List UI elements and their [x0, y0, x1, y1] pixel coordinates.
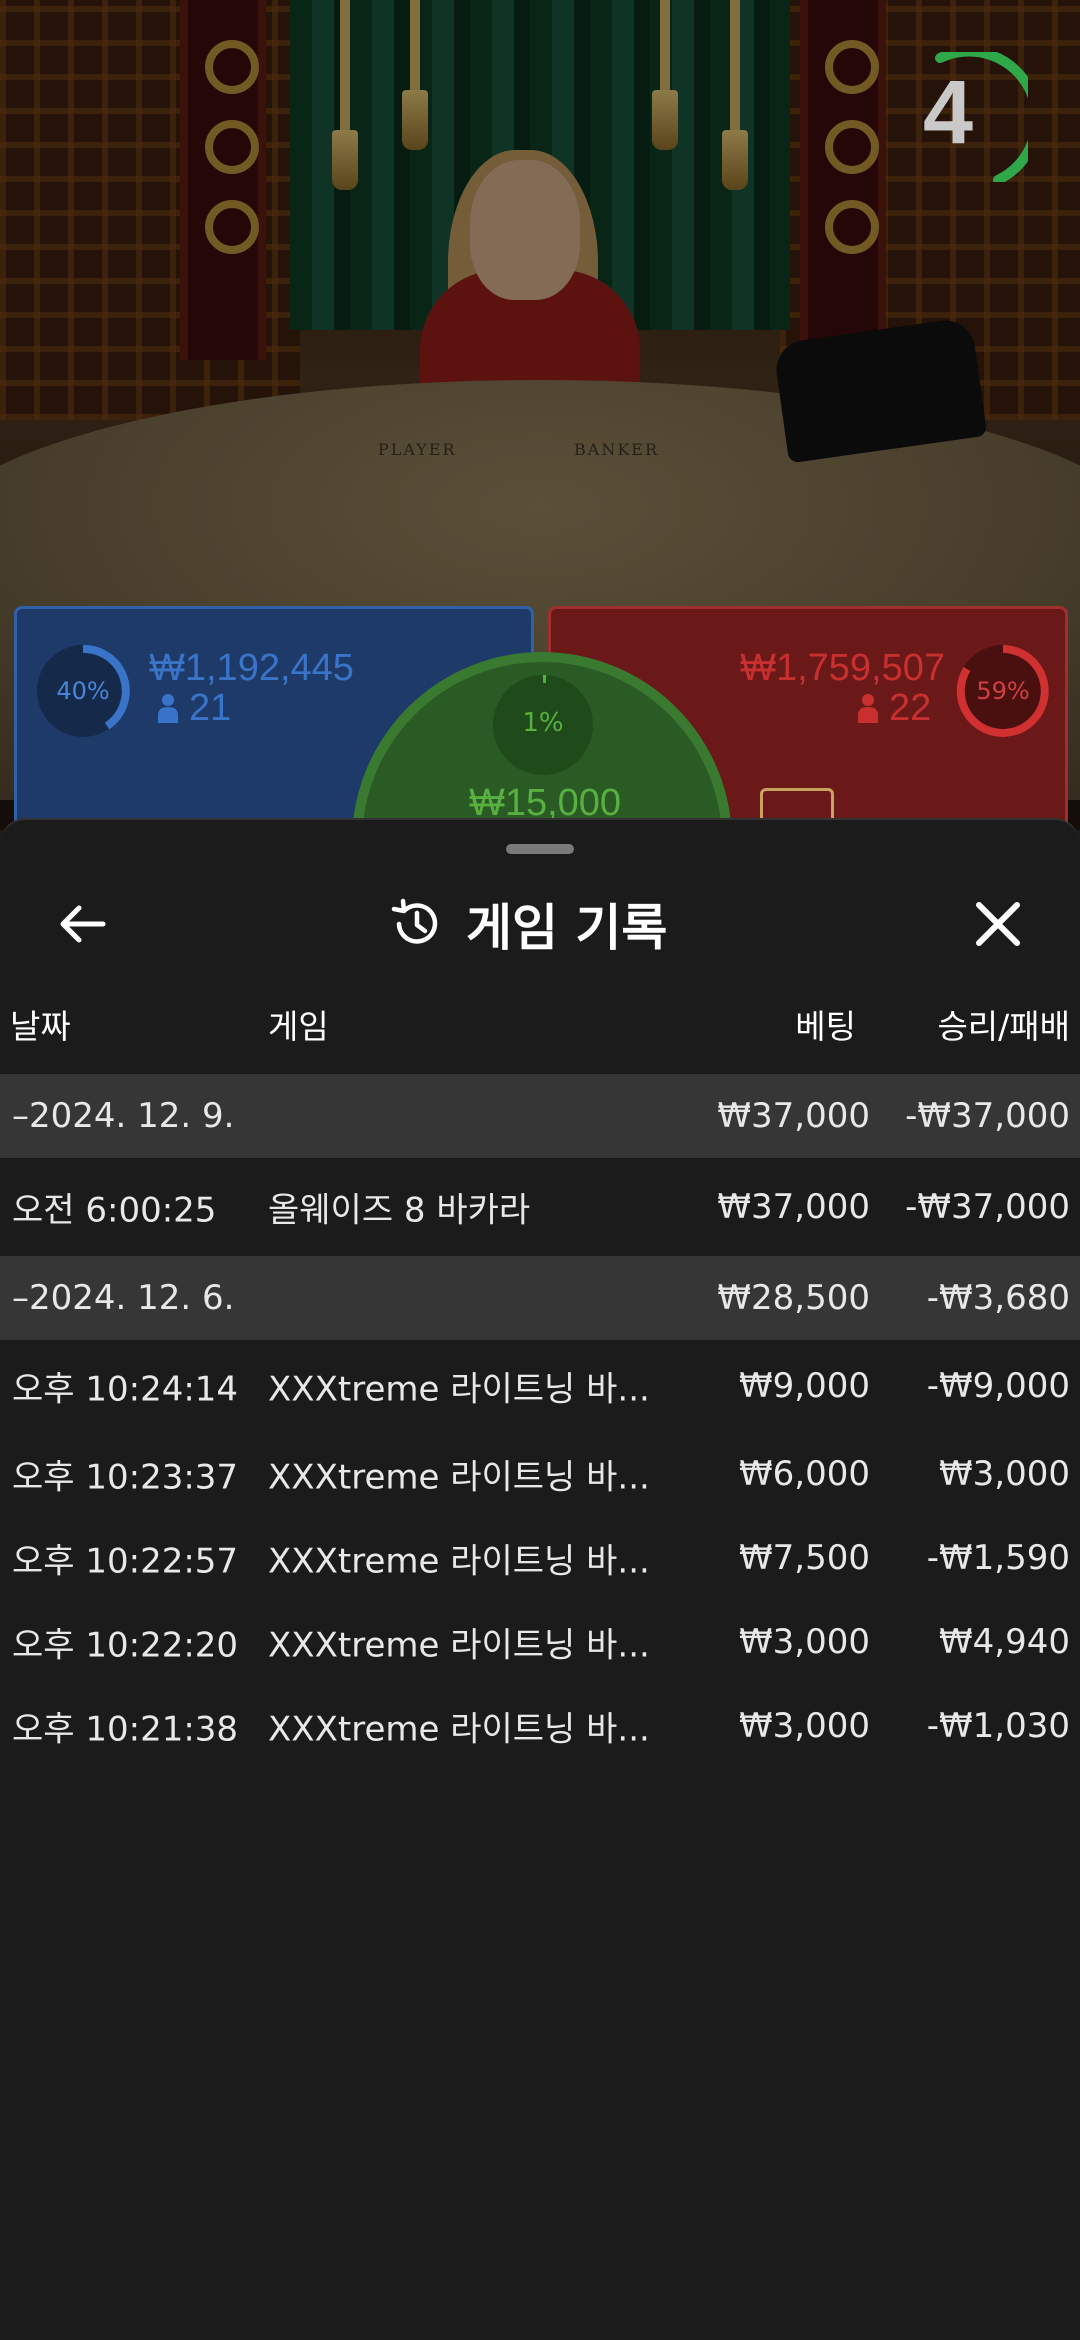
row-time: 오전 6:00:25 — [12, 1190, 217, 1231]
row-result-amount: -₩3,680 — [926, 1278, 1070, 1318]
arrow-left-icon — [60, 905, 106, 943]
row-result-amount: -₩1,030 — [926, 1706, 1070, 1746]
tie-percent: 1% — [522, 708, 564, 738]
history-row[interactable]: 오후 10:23:37 XXXtreme 라이트닝 바... ₩6,000 ₩3,00… — [0, 1432, 1080, 1516]
game-history-sheet: 게임 기록 날짜 게임 베팅 승리/패배 –2024. 12. 9. ₩37,00… — [0, 818, 1080, 2340]
row-result-amount: -₩37,000 — [905, 1096, 1070, 1136]
history-row[interactable]: 오후 10:24:14 XXXtreme 라이트닝 바... ₩9,000 -₩9,0… — [0, 1340, 1080, 1432]
row-game-name: 올웨이즈 8 바카라 — [268, 1190, 531, 1231]
banker-percent: 59% — [976, 677, 1030, 705]
row-result-amount: ₩4,940 — [939, 1622, 1070, 1662]
sheet-title: 게임 기록 — [390, 882, 667, 966]
countdown-number: 4 — [922, 63, 974, 163]
row-result-amount: -₩9,000 — [926, 1366, 1070, 1406]
drag-handle[interactable] — [506, 844, 574, 854]
row-bet-amount: ₩28,500 — [717, 1278, 870, 1318]
person-icon — [858, 694, 878, 723]
row-bet-amount: ₩3,000 — [739, 1706, 870, 1746]
row-result-amount: ₩3,000 — [939, 1454, 1070, 1494]
history-icon — [391, 898, 438, 944]
page-title: 게임 기록 — [466, 899, 668, 957]
row-bet-amount: ₩7,500 — [739, 1538, 870, 1578]
history-row[interactable]: 오후 10:22:20 XXXtreme 라이트닝 바... ₩3,000 ₩4,94… — [0, 1600, 1080, 1684]
table-header: 날짜 게임 베팅 승리/패배 — [0, 1000, 1080, 1070]
row-bet-amount: ₩9,000 — [739, 1366, 870, 1406]
close-button[interactable] — [956, 882, 1040, 966]
row-time: 오후 10:22:20 — [12, 1625, 239, 1666]
row-bet-amount: ₩37,000 — [717, 1187, 870, 1227]
group-date: –2024. 12. 6. — [12, 1278, 235, 1318]
row-bet-amount: ₩6,000 — [739, 1454, 870, 1494]
history-row[interactable]: 오후 10:21:38 XXXtreme 라이트닝 바... ₩3,000 -₩1,0… — [0, 1684, 1080, 1768]
group-date: –2024. 12. 9. — [12, 1096, 235, 1136]
banker-count: 22 — [889, 687, 932, 729]
row-time: 오후 10:21:38 — [12, 1709, 239, 1750]
column-header-date: 날짜 — [10, 1007, 71, 1046]
history-list: –2024. 12. 9. ₩37,000 -₩37,000 오전 6:00:25 올웨… — [0, 1074, 1080, 1768]
history-row[interactable]: 오전 6:00:25 올웨이즈 8 바카라 ₩37,000 -₩37,000 — [0, 1158, 1080, 1256]
row-bet-amount: ₩3,000 — [739, 1622, 870, 1662]
row-time: 오후 10:22:57 — [12, 1541, 239, 1582]
player-total-amount: ₩1,192,445 — [149, 647, 354, 689]
row-game-name: XXXtreme 라이트닝 바... — [268, 1457, 650, 1498]
player-percent: 40% — [56, 677, 110, 705]
player-count: 21 — [189, 687, 232, 729]
date-group-row[interactable]: –2024. 12. 6. ₩28,500 -₩3,680 — [0, 1256, 1080, 1340]
close-icon — [976, 902, 1020, 946]
column-header-bet: 베팅 — [795, 1007, 856, 1046]
date-group-row[interactable]: –2024. 12. 9. ₩37,000 -₩37,000 — [0, 1074, 1080, 1158]
row-result-amount: -₩37,000 — [905, 1187, 1070, 1227]
row-game-name: XXXtreme 라이트닝 바... — [268, 1541, 650, 1582]
countdown-timer: 4 — [898, 46, 1042, 185]
row-time: 오후 10:24:14 — [12, 1369, 239, 1410]
history-row[interactable]: 오후 10:22:57 XXXtreme 라이트닝 바... ₩7,500 -₩1,5… — [0, 1516, 1080, 1600]
back-button[interactable] — [40, 882, 124, 966]
row-time: 오후 10:23:37 — [12, 1457, 239, 1498]
person-icon — [158, 694, 178, 723]
column-header-result: 승리/패배 — [937, 1007, 1070, 1046]
row-bet-amount: ₩37,000 — [717, 1096, 870, 1136]
row-game-name: XXXtreme 라이트닝 바... — [268, 1709, 650, 1750]
banker-total-amount: ₩1,759,507 — [740, 647, 945, 689]
row-result-amount: -₩1,590 — [926, 1538, 1070, 1578]
column-header-game: 게임 — [268, 1007, 329, 1046]
row-game-name: XXXtreme 라이트닝 바... — [268, 1369, 650, 1410]
row-game-name: XXXtreme 라이트닝 바... — [268, 1625, 650, 1666]
